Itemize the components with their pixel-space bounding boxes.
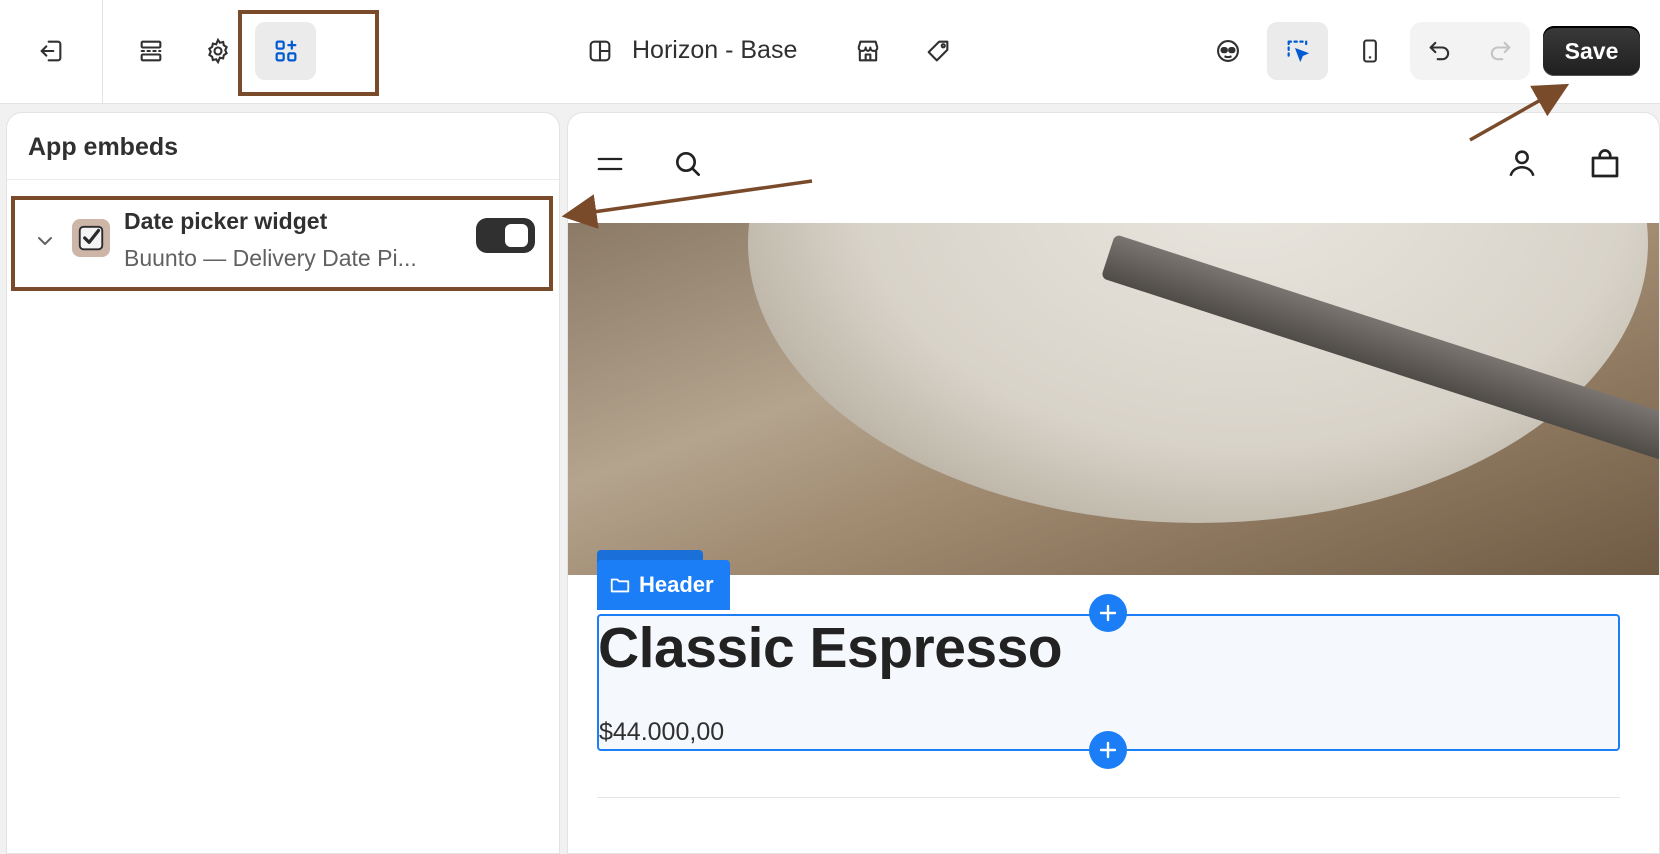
sections-icon [140, 40, 162, 62]
section-label-text: Header [639, 572, 714, 597]
redo-icon [1490, 41, 1511, 61]
product-title: Classic Espresso [598, 616, 1063, 680]
embed-enable-toggle[interactable] [476, 218, 535, 253]
editor-toolbar: Horizon - Base Save [0, 0, 1660, 104]
app-logo [72, 219, 110, 257]
theme-settings-button[interactable] [195, 28, 241, 74]
tag-icon [927, 40, 949, 62]
account-icon[interactable] [1505, 146, 1539, 180]
selection-cursor-icon [1287, 40, 1309, 63]
toolbar-divider [102, 0, 103, 104]
embed-app-name: Buunto — Delivery Date Pi... [124, 245, 417, 271]
mobile-icon [1363, 39, 1377, 63]
tag-button[interactable] [915, 28, 961, 74]
gear-icon [208, 37, 228, 65]
mobile-preview-button[interactable] [1345, 26, 1395, 76]
folder-icon [610, 578, 630, 593]
app-embeds-panel: App embeds Date picker widget Buunto — D… [6, 112, 560, 854]
undo-icon [1429, 41, 1450, 61]
toggle-knob [505, 224, 528, 247]
embed-title: Date picker widget [124, 208, 328, 234]
inspector-button[interactable] [1203, 26, 1253, 76]
product-price: $44.000,00 [599, 718, 725, 746]
inspector-icon [1217, 40, 1239, 62]
redo-button[interactable] [1476, 28, 1524, 74]
panel-divider [7, 179, 559, 180]
menu-icon[interactable] [595, 149, 625, 179]
undo-redo-group [1410, 22, 1530, 80]
storefront-preview: Header Classic Espresso $44.000,00 [567, 112, 1660, 854]
save-button[interactable]: Save [1543, 26, 1640, 76]
add-section-below-button[interactable] [1089, 731, 1127, 769]
add-section-above-button[interactable] [1089, 594, 1127, 632]
exit-icon [40, 40, 62, 62]
store-icon [857, 40, 879, 62]
content-divider [597, 797, 1620, 798]
plus-icon [1099, 604, 1117, 622]
apps-add-icon [275, 40, 296, 62]
sections-button[interactable] [128, 28, 174, 74]
exit-button[interactable] [28, 28, 74, 74]
hero-image [568, 223, 1659, 575]
theme-name[interactable]: Horizon - Base [632, 36, 797, 65]
cart-icon[interactable] [1587, 146, 1623, 182]
store-button[interactable] [845, 28, 891, 74]
selected-section-label[interactable]: Header [597, 560, 730, 610]
plus-icon [1099, 741, 1117, 759]
checkmark-icon [78, 225, 104, 251]
chevron-down-icon[interactable] [33, 229, 57, 253]
search-icon[interactable] [672, 148, 704, 180]
layout-icon [589, 40, 611, 62]
panel-title: App embeds [28, 133, 179, 161]
undo-button[interactable] [1416, 28, 1464, 74]
app-embed-item[interactable]: Date picker widget Buunto — Delivery Dat… [13, 197, 553, 285]
layout-button[interactable] [577, 28, 623, 74]
app-embeds-button[interactable] [255, 22, 316, 80]
select-mode-button[interactable] [1267, 22, 1328, 80]
